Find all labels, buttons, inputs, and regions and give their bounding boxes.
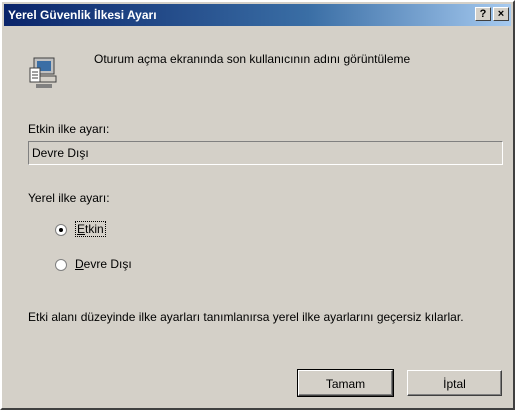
effective-setting-label: Etkin ilke ayarı: [28, 122, 110, 136]
effective-setting-value: Devre Dışı [28, 141, 503, 165]
close-button[interactable]: × [493, 7, 509, 21]
title-bar[interactable]: Yerel Güvenlik İlkesi Ayarı ? × [4, 4, 511, 26]
enabled-radio-label[interactable]: Etkin [75, 221, 106, 237]
local-setting-label: Yerel ilke ayarı: [28, 191, 110, 205]
disabled-radio[interactable] [55, 259, 67, 271]
disabled-radio-label[interactable]: Devre Dışı [75, 257, 132, 271]
policy-title: Oturum açma ekranında son kullanıcının a… [94, 52, 411, 66]
cancel-button[interactable]: İptal [407, 370, 502, 396]
window-title: Yerel Güvenlik İlkesi Ayarı [8, 8, 157, 22]
domain-policy-note: Etki alanı düzeyinde ilke ayarları tanım… [28, 310, 464, 324]
help-button[interactable]: ? [475, 7, 491, 21]
policy-dialog: Yerel Güvenlik İlkesi Ayarı ? × Oturum a… [0, 0, 515, 410]
computer-policy-icon [29, 57, 57, 88]
enabled-radio[interactable] [55, 224, 67, 236]
ok-button[interactable]: Tamam [297, 369, 394, 397]
